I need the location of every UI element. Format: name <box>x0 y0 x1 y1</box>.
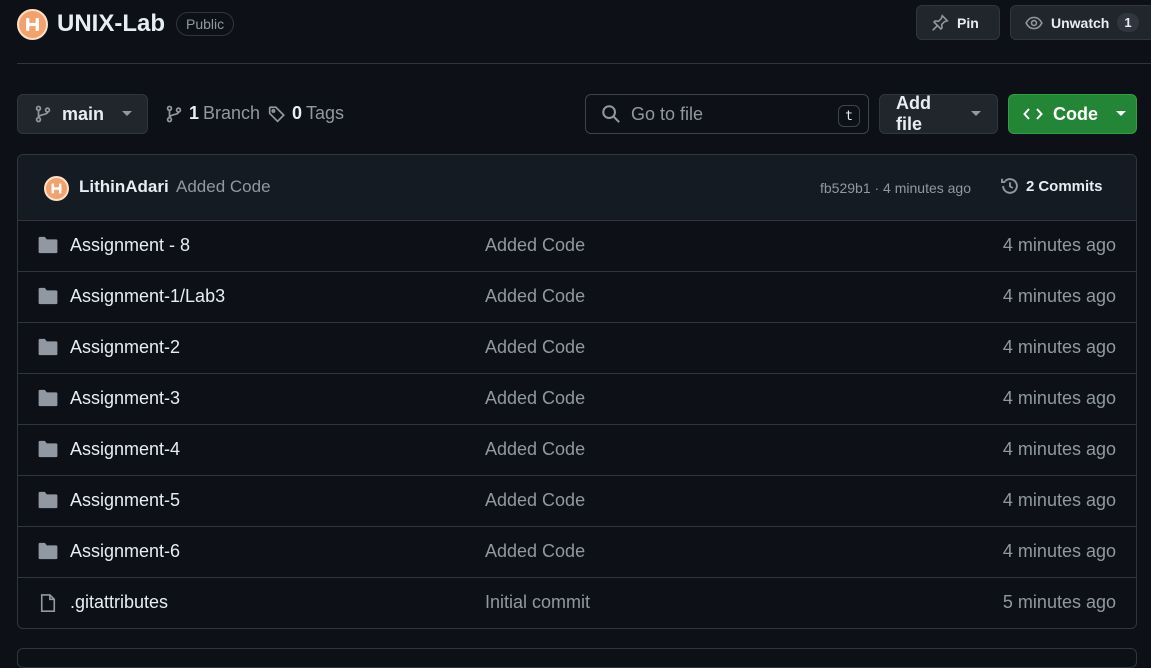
git-branch-icon <box>165 105 183 123</box>
file-commit-message[interactable]: Initial commit <box>485 592 590 613</box>
branch-count: 1 <box>189 103 200 123</box>
pin-icon <box>931 13 949 32</box>
commits-count: 2 <box>1026 177 1035 195</box>
code-button[interactable]: Code <box>1008 94 1137 134</box>
file-commit-date: 4 minutes ago <box>1002 541 1116 561</box>
tag-count: 0 <box>292 103 303 123</box>
file-commit-message[interactable]: Added Code <box>485 541 585 562</box>
commit-author[interactable]: LithinAdari <box>79 177 169 197</box>
readme-box <box>17 648 1137 668</box>
search-icon <box>601 104 621 124</box>
folder-icon <box>38 389 58 407</box>
file-commit-date: 4 minutes ago <box>1002 235 1116 255</box>
repo-name[interactable]: UNIX-Lab <box>57 10 165 38</box>
repo-header: UNIX-Lab Public Pin Unwatch 1 <box>17 5 1151 41</box>
git-branch-icon <box>34 105 52 123</box>
eye-icon <box>1025 14 1043 32</box>
folder-icon <box>38 236 58 254</box>
visibility-badge: Public <box>176 12 235 36</box>
file-name[interactable]: .gitattributes <box>70 592 168 613</box>
file-name[interactable]: Assignment - 8 <box>70 235 190 256</box>
file-commit-message[interactable]: Added Code <box>485 235 585 256</box>
file-row[interactable]: Assignment-5 Added Code 4 minutes ago <box>18 476 1136 527</box>
branch-label: Branch <box>203 103 261 123</box>
file-commit-message[interactable]: Added Code <box>485 439 585 460</box>
file-commit-message[interactable]: Added Code <box>485 337 585 358</box>
search-input[interactable]: Go to file <box>631 104 703 125</box>
history-icon <box>1000 176 1020 196</box>
add-file-label: Add file <box>896 93 931 134</box>
file-browser: LithinAdari Added Code fb529b1 · 4 minut… <box>17 154 1137 629</box>
code-icon <box>1023 106 1043 122</box>
file-commit-date: 4 minutes ago <box>1002 439 1116 459</box>
add-file-button[interactable]: Add file <box>879 93 998 134</box>
file-icon <box>38 593 58 613</box>
commits-history-link[interactable]: 2 Commits <box>1000 176 1103 196</box>
folder-icon <box>38 491 58 509</box>
file-row[interactable]: Assignment-1/Lab3 Added Code 4 minutes ago <box>18 272 1136 323</box>
file-commit-message[interactable]: Added Code <box>485 388 585 409</box>
branches-link[interactable]: 1 Branch <box>165 103 260 124</box>
file-commit-message[interactable]: Added Code <box>485 490 585 511</box>
tags-link[interactable]: 0 Tags <box>268 103 344 124</box>
commit-message[interactable]: Added Code <box>176 177 271 197</box>
chevron-down-icon <box>1116 111 1126 117</box>
file-name[interactable]: Assignment-5 <box>70 490 180 511</box>
folder-icon <box>38 287 58 305</box>
file-name[interactable]: Assignment-6 <box>70 541 180 562</box>
file-row[interactable]: Assignment-6 Added Code 4 minutes ago <box>18 527 1136 578</box>
file-row[interactable]: Assignment-3 Added Code 4 minutes ago <box>18 374 1136 425</box>
branch-name: main <box>62 103 105 124</box>
file-commit-date: 4 minutes ago <box>1002 388 1116 408</box>
code-label: Code <box>1053 103 1098 124</box>
latest-commit-bar: LithinAdari Added Code fb529b1 · 4 minut… <box>18 155 1136 221</box>
pin-label: Pin <box>957 14 979 31</box>
file-name[interactable]: Assignment-1/Lab3 <box>70 286 225 307</box>
file-commit-date: 4 minutes ago <box>1002 490 1116 510</box>
chevron-down-icon <box>971 111 981 117</box>
tag-label: Tags <box>306 103 345 123</box>
folder-icon <box>38 440 58 458</box>
file-name[interactable]: Assignment-3 <box>70 388 180 409</box>
owner-avatar-icon[interactable] <box>17 9 48 40</box>
file-name[interactable]: Assignment-2 <box>70 337 180 358</box>
unwatch-label: Unwatch <box>1051 14 1110 31</box>
file-commit-date: 5 minutes ago <box>1002 592 1116 612</box>
file-name[interactable]: Assignment-4 <box>70 439 180 460</box>
commit-meta[interactable]: fb529b1 · 4 minutes ago <box>820 180 971 196</box>
watch-count: 1 <box>1117 13 1139 32</box>
chevron-down-icon <box>122 111 133 117</box>
folder-icon <box>38 542 58 560</box>
branch-selector[interactable]: main <box>17 94 148 134</box>
search-shortcut-key: t <box>838 105 860 127</box>
file-row[interactable]: Assignment - 8 Added Code 4 minutes ago <box>18 221 1136 272</box>
file-row[interactable]: Assignment-2 Added Code 4 minutes ago <box>18 323 1136 374</box>
file-commit-date: 4 minutes ago <box>1002 337 1116 357</box>
file-list: Assignment - 8 Added Code 4 minutes ago Ass… <box>18 221 1136 628</box>
file-row[interactable]: Assignment-4 Added Code 4 minutes ago <box>18 425 1136 476</box>
go-to-file-search[interactable]: Go to file t <box>585 94 869 134</box>
header-divider <box>17 63 1151 64</box>
file-commit-message[interactable]: Added Code <box>485 286 585 307</box>
tag-icon <box>268 105 286 123</box>
folder-icon <box>38 338 58 356</box>
unwatch-button[interactable]: Unwatch 1 <box>1010 5 1151 40</box>
pin-button[interactable]: Pin <box>916 5 1000 40</box>
author-avatar-icon[interactable] <box>44 176 69 201</box>
commits-label: Commits <box>1038 177 1103 195</box>
file-row[interactable]: .gitattributes Initial commit 5 minutes ag… <box>18 578 1136 628</box>
file-commit-date: 4 minutes ago <box>1002 286 1116 306</box>
